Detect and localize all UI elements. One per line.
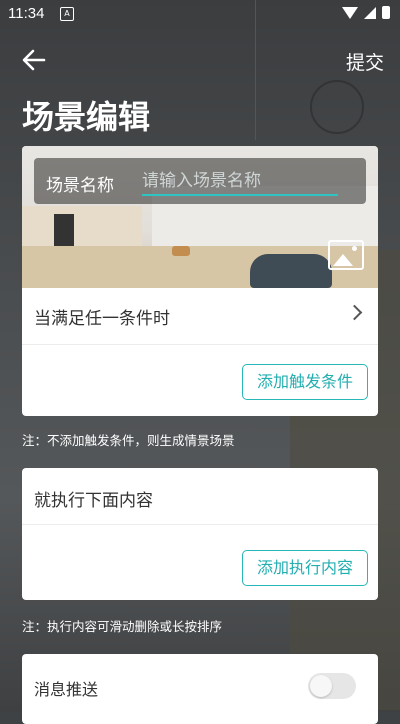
- actions-note: 注：执行内容可滑动删除或长按排序: [22, 619, 223, 634]
- add-trigger-button[interactable]: 添加触发条件: [242, 364, 368, 400]
- chevron-right-icon: [346, 304, 363, 321]
- actions-header-row: 就执行下面内容: [22, 468, 378, 525]
- actions-card: 就执行下面内容 添加执行内容: [22, 468, 378, 600]
- push-label: 消息推送: [34, 680, 99, 699]
- scene-cover-image[interactable]: 场景名称: [22, 146, 378, 288]
- cover-shelf: [22, 206, 142, 246]
- conditions-note: 注：不添加触发条件，则生成情景场景: [22, 433, 235, 448]
- cover-lamp: [172, 246, 190, 256]
- wifi-icon: [342, 6, 358, 19]
- add-action-button[interactable]: 添加执行内容: [242, 550, 368, 586]
- background-lamp: [310, 80, 364, 134]
- cellular-icon: [364, 6, 376, 19]
- submit-button[interactable]: 提交: [346, 48, 384, 75]
- push-card: 消息推送: [22, 654, 378, 724]
- push-toggle[interactable]: [308, 673, 356, 699]
- toggle-knob: [310, 675, 332, 697]
- back-arrow-icon[interactable]: [20, 46, 48, 74]
- scene-card: 场景名称 当满足任一条件时 添加触发条件: [22, 146, 378, 416]
- condition-mode-label: 当满足任一条件时: [34, 309, 170, 329]
- condition-mode-row[interactable]: 当满足任一条件时: [22, 288, 378, 345]
- image-sun: [352, 246, 357, 251]
- status-bar: 11:34 A: [0, 0, 400, 28]
- scene-name-bar: 场景名称: [34, 158, 366, 204]
- actions-header-label: 就执行下面内容: [34, 491, 153, 511]
- notification-icon: A: [60, 7, 74, 21]
- top-bar: 提交: [0, 40, 400, 80]
- battery-icon: [382, 6, 390, 19]
- page-title: 场景编辑: [22, 98, 151, 136]
- status-time: 11:34: [8, 5, 45, 22]
- scene-name-input[interactable]: [142, 168, 338, 196]
- image-picker-icon[interactable]: [328, 240, 364, 270]
- scene-name-label: 场景名称: [46, 176, 114, 196]
- cover-stool: [250, 254, 332, 288]
- image-mountain: [333, 254, 353, 266]
